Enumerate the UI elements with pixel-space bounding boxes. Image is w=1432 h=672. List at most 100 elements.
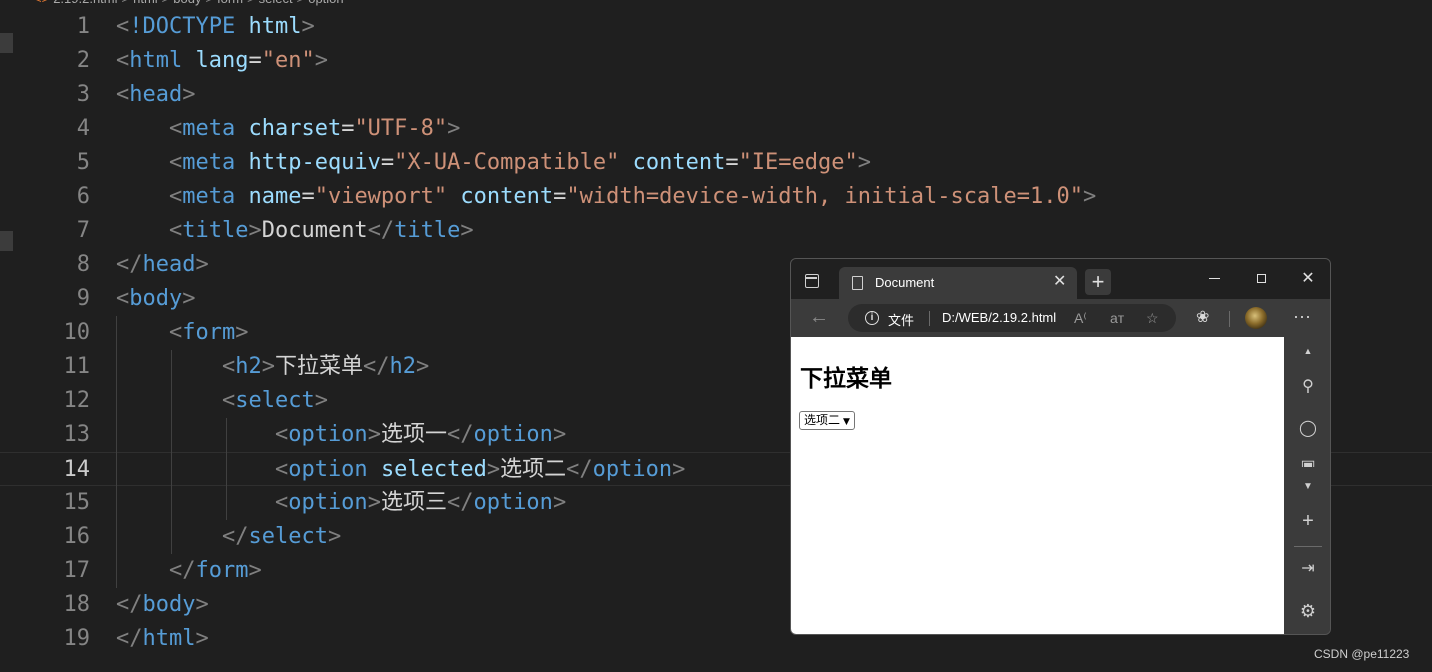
code-token: </ (116, 252, 143, 277)
sidebar-expand-icon[interactable]: ▼ (1284, 477, 1330, 497)
code-line[interactable]: 4 <meta charset="UTF-8"> (0, 112, 1432, 146)
breadcrumb: <>2.19.2.html>html>body>form>select>opti… (34, 0, 348, 9)
line-number: 19 (63, 626, 91, 651)
code-token: = (380, 150, 395, 175)
code-token: > (314, 388, 328, 413)
code-line[interactable]: 3 <head> (0, 78, 1432, 112)
address-url[interactable]: D:/WEB/2.19.2.html (942, 310, 1056, 325)
breadcrumb-item[interactable]: select (259, 0, 293, 6)
code-token: > (672, 457, 686, 482)
line-number: 5 (76, 150, 90, 175)
extensions-icon[interactable]: ❀ (1196, 308, 1209, 328)
tab-close-icon[interactable]: ✕ (1053, 272, 1066, 292)
code-token: form (182, 320, 236, 345)
sidebar-toggle-icon[interactable]: ⇥ (1284, 559, 1330, 579)
browser-tab[interactable]: Document ✕ (839, 267, 1077, 299)
code-token: </ (116, 592, 143, 617)
code-token: html (129, 48, 183, 73)
watermark: CSDN @pe11223 (1314, 647, 1410, 661)
code-token: = (248, 48, 262, 73)
more-icon[interactable]: ··· (1293, 306, 1311, 326)
code-line[interactable]: 1 <!DOCTYPE html> (0, 10, 1432, 44)
translate-icon[interactable]: aᴛ (1110, 309, 1124, 327)
code-line[interactable]: 5 <meta http-equiv="X-UA-Compatible" con… (0, 146, 1432, 180)
code-token: option (592, 457, 673, 482)
code-token: form (195, 558, 249, 583)
address-divider (929, 311, 930, 326)
settings-icon[interactable]: ⚙ (1284, 601, 1330, 621)
line-number: 10 (63, 320, 91, 345)
scroll-up-icon[interactable]: ▲ (1284, 341, 1330, 361)
breadcrumb-item[interactable]: option (308, 0, 343, 6)
minimize-icon[interactable] (1209, 278, 1220, 279)
line-number: 9 (76, 286, 90, 311)
dropdown-select[interactable]: 选项二 ▼ (799, 411, 855, 430)
code-line[interactable]: 7 <title>Document</title> (0, 214, 1432, 248)
profile-avatar-icon[interactable] (1245, 307, 1267, 329)
code-token: > (301, 14, 315, 39)
plus-icon[interactable]: + (1284, 511, 1330, 531)
breadcrumb-separator: > (297, 0, 305, 6)
code-token: 选项一 (380, 422, 447, 447)
code-token: > (314, 48, 328, 73)
code-token: > (327, 524, 342, 549)
search-icon[interactable]: ⚲ (1284, 377, 1330, 397)
code-token: = (725, 150, 739, 175)
back-arrow-icon[interactable]: ← (809, 306, 829, 328)
browser-window[interactable]: Document ✕ + ✕ ← i 文件 D:/WEB/2.19.2.html… (790, 258, 1331, 635)
breadcrumb-item[interactable]: body (173, 0, 201, 6)
line-number: 14 (63, 457, 91, 482)
code-token: > (1082, 184, 1097, 209)
line-number: 15 (63, 490, 91, 515)
line-number: 12 (63, 388, 91, 413)
new-tab-button[interactable]: + (1085, 269, 1111, 295)
code-line[interactable]: 2 <html lang="en"> (0, 44, 1432, 78)
code-token: meta (182, 184, 236, 209)
browser-toolbar: ← i 文件 D:/WEB/2.19.2.html A⁽ aᴛ ☆ ❀ ··· (791, 299, 1330, 337)
code-text: </html> (116, 622, 209, 656)
breadcrumb-item[interactable]: 2.19.2.html (53, 0, 117, 6)
code-token: charset (248, 116, 342, 141)
indent-guide (226, 418, 227, 520)
maximize-icon[interactable] (1257, 274, 1266, 283)
code-token: < (116, 14, 130, 39)
code-text: <body> (116, 282, 195, 316)
breadcrumb-item[interactable]: html (133, 0, 158, 6)
code-token: < (168, 218, 183, 243)
code-token: head (142, 252, 196, 277)
code-token: > (367, 490, 381, 515)
code-token: < (168, 320, 183, 345)
code-token: select (235, 388, 315, 413)
address-bar[interactable]: i 文件 D:/WEB/2.19.2.html A⁽ aᴛ ☆ (848, 304, 1176, 332)
info-icon[interactable]: i (865, 311, 879, 325)
breadcrumb-item[interactable]: form (217, 0, 243, 6)
code-text: <meta http-equiv="X-UA-Compatible" conte… (116, 146, 871, 180)
code-token: </ (566, 457, 593, 482)
code-text: </body> (116, 588, 209, 622)
code-token: </ (362, 354, 390, 379)
tab-actions-icon[interactable] (805, 274, 819, 288)
code-token: "en" (261, 48, 315, 73)
favorite-add-icon[interactable]: ☆ (1146, 309, 1159, 327)
close-icon[interactable]: ✕ (1293, 269, 1323, 289)
code-token: head (129, 82, 183, 107)
code-token: > (486, 457, 501, 482)
line-number: 17 (63, 558, 91, 583)
code-token: html (142, 626, 196, 651)
code-token: title (182, 218, 249, 243)
code-text: <!DOCTYPE html> (116, 10, 315, 44)
read-aloud-icon[interactable]: A⁽ (1074, 309, 1087, 327)
tag-icon[interactable]: ◯ (1284, 419, 1330, 439)
code-token: option (288, 422, 368, 447)
code-token: 选项二 (500, 457, 567, 482)
code-line[interactable]: 6 <meta name="viewport" content="width=d… (0, 180, 1432, 214)
code-token: > (552, 422, 567, 447)
briefcase-icon[interactable]: ▣ (1284, 457, 1330, 467)
code-token: < (168, 116, 183, 141)
